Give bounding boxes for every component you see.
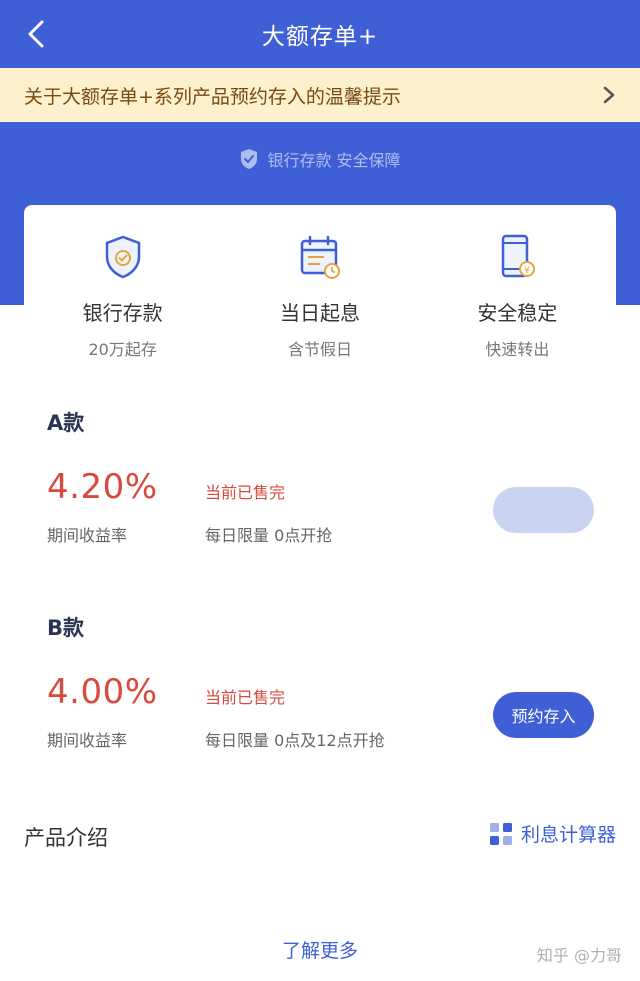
feature-subtitle: 含节假日 [287,340,352,359]
feature-title: 银行存款 [82,301,163,325]
notice-banner[interactable]: 关于大额存单+系列产品预约存入的温馨提示 [0,68,640,122]
feature-subtitle: 20万起存 [88,340,157,359]
section-title: 产品介绍 [24,826,108,850]
rate-value: 4.20% [47,467,158,507]
back-arrow-icon[interactable] [22,18,52,50]
limit-text: 每日限量 0点及12点开抢 [205,731,385,750]
calculator-icon [489,822,512,845]
calendar-icon [300,235,340,279]
feature-same-day-interest: 当日起息 含节假日 [221,233,418,363]
feature-safe-stable: ¥ 安全稳定 快速转出 [419,233,616,363]
shield-icon [105,235,140,279]
safety-guarantee: 银行存款 安全保障 [0,142,640,176]
phone-icon: ¥ [502,234,536,278]
page-title: 大额存单+ [261,24,379,50]
watermark: 知乎 @力哥 [536,946,622,965]
feature-title: 当日起息 [279,301,360,325]
reserve-deposit-button[interactable]: 预约存入 [493,692,594,738]
rate-value: 4.00% [47,672,158,712]
limit-text: 每日限量 0点开抢 [205,526,333,545]
product-a: A款 4.20% 期间收益率 当前已售完 每日限量 0点开抢 [24,407,616,577]
chevron-right-icon [603,86,615,104]
interest-calculator-link[interactable]: 利息计算器 [489,820,616,847]
feature-subtitle: 快速转出 [485,340,550,359]
product-name: A款 [47,411,85,435]
calculator-label: 利息计算器 [520,824,616,846]
rate-label: 期间收益率 [47,526,128,545]
nav-bar: 大额存单+ [0,0,640,68]
safety-text: 银行存款 安全保障 [267,151,401,170]
product-card: 银行存款 20万起存 当日起息 含节假日 ¥ 安全稳定 快速转出 A款 4.20… [24,205,616,787]
status-text: 当前已售完 [205,483,286,502]
product-intro-section: 产品介绍 利息计算器 [0,798,640,878]
product-b: B款 4.00% 期间收益率 当前已售完 每日限量 0点及12点开抢 预约存入 [24,612,616,782]
rate-label: 期间收益率 [47,731,128,750]
deposit-button-disabled[interactable] [493,487,594,533]
feature-row: 银行存款 20万起存 当日起息 含节假日 ¥ 安全稳定 快速转出 [24,233,616,363]
shield-check-icon [241,149,258,169]
svg-text:¥: ¥ [524,266,530,276]
feature-title: 安全稳定 [477,301,558,325]
status-text: 当前已售完 [205,688,286,707]
feature-bank-deposit: 银行存款 20万起存 [24,233,221,363]
notice-text: 关于大额存单+系列产品预约存入的温馨提示 [24,85,401,108]
product-name: B款 [47,616,85,640]
